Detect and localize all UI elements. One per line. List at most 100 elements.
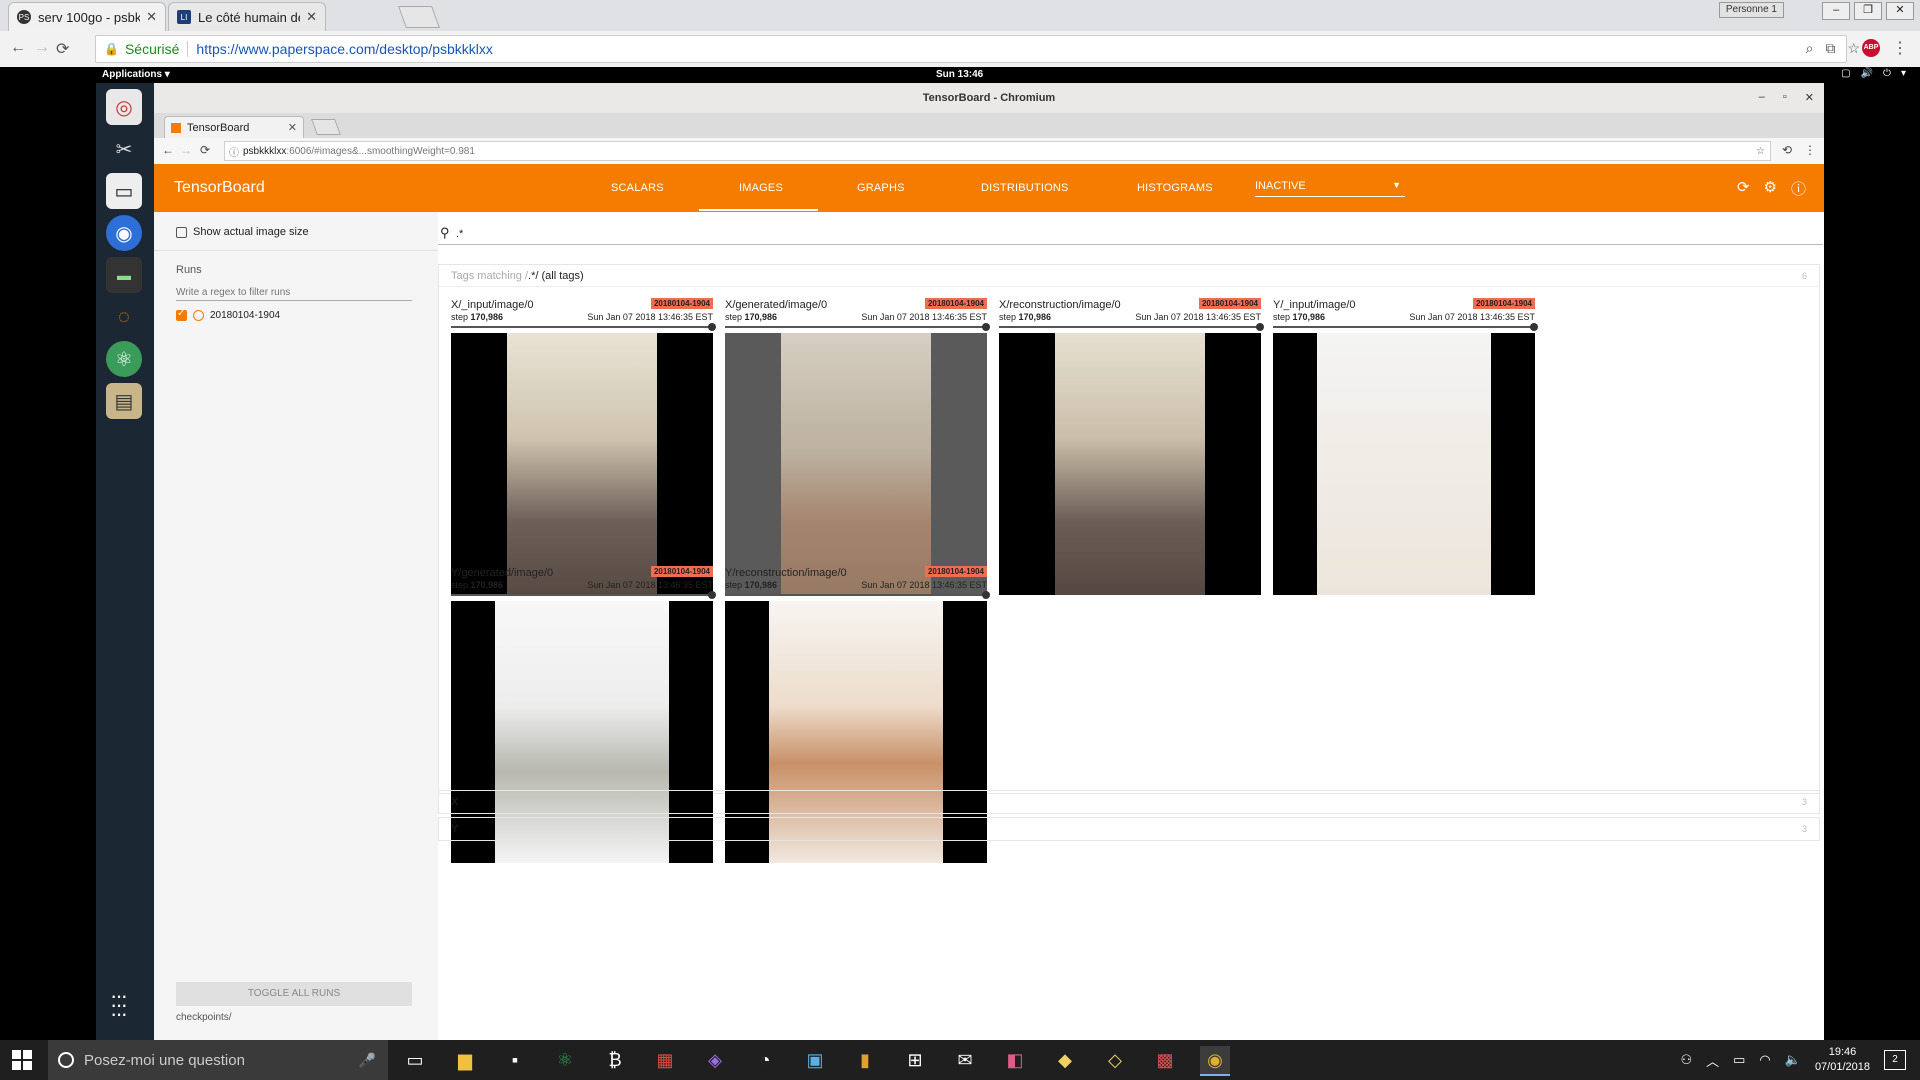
- taskbar-clock[interactable]: 19:46 07/01/2018: [1815, 1045, 1870, 1075]
- tag-group-y[interactable]: Y 3: [438, 817, 1820, 841]
- clock-app-icon[interactable]: ◔: [750, 1046, 780, 1074]
- close-window-icon[interactable]: ✕: [1805, 91, 1814, 104]
- forward-arrow-icon[interactable]: →: [180, 143, 192, 157]
- close-icon[interactable]: ✕: [288, 121, 297, 134]
- slider-knob[interactable]: [1256, 323, 1264, 331]
- toggle-all-runs-button[interactable]: TOGGLE ALL RUNS: [176, 982, 412, 1006]
- step-slider[interactable]: [1273, 323, 1538, 331]
- help-icon[interactable]: ⓘ: [1791, 178, 1806, 199]
- menu-kebab-icon[interactable]: ⋮: [1804, 143, 1816, 157]
- reload-icon[interactable]: ⟳: [56, 39, 69, 59]
- tag-search-bar[interactable]: ⚲ .*: [438, 224, 1823, 245]
- tab-graphs[interactable]: GRAPHS: [857, 182, 905, 194]
- people-icon[interactable]: ⚇: [1680, 1052, 1692, 1068]
- minimize-icon[interactable]: –: [1822, 2, 1850, 20]
- show-apps-grid-icon[interactable]: ··· ··· ···: [110, 985, 128, 1025]
- tab-scalars[interactable]: SCALARS: [611, 182, 664, 194]
- tab-images[interactable]: IMAGES: [739, 182, 783, 194]
- translate-icon[interactable]: ⧉: [1825, 40, 1835, 57]
- notes-icon[interactable]: ▮: [850, 1046, 880, 1074]
- visual-studio-icon[interactable]: ◈: [700, 1046, 730, 1074]
- run-checkbox-icon[interactable]: [176, 308, 187, 321]
- adblock-plus-icon[interactable]: ABP: [1862, 39, 1880, 57]
- task-view-icon[interactable]: ▭: [400, 1046, 430, 1074]
- tag-group-x[interactable]: X 3: [438, 790, 1820, 814]
- atom-icon[interactable]: ⚛: [106, 341, 142, 377]
- slider-knob[interactable]: [982, 323, 990, 331]
- microphone-icon[interactable]: 🎤: [359, 1052, 376, 1069]
- python-icon[interactable]: ◆: [1050, 1046, 1080, 1074]
- profile-button[interactable]: Personne 1: [1718, 2, 1784, 18]
- reload-icon[interactable]: ⟳: [200, 143, 210, 157]
- paint-icon[interactable]: ▩: [1150, 1046, 1180, 1074]
- run-color-radio-icon[interactable]: [193, 310, 204, 321]
- bookmark-star-icon[interactable]: ☆: [1847, 40, 1860, 57]
- speaker-icon[interactable]: 🔈: [1785, 1052, 1801, 1068]
- tab-distributions[interactable]: DISTRIBUTIONS: [981, 182, 1069, 194]
- run-filter-input[interactable]: [176, 284, 412, 301]
- jetbrains-icon[interactable]: ◧: [1000, 1046, 1030, 1074]
- file-explorer-icon[interactable]: ▆: [450, 1046, 480, 1074]
- cortana-search-box[interactable]: Posez-moi une question 🎤: [48, 1040, 388, 1080]
- remote-desktop-icon[interactable]: ▣: [800, 1046, 830, 1074]
- menu-kebab-icon[interactable]: ⋮: [1892, 38, 1908, 58]
- office-icon[interactable]: ▦: [650, 1046, 680, 1074]
- step-slider[interactable]: [451, 591, 716, 599]
- settings-gear-icon[interactable]: ⚙: [1764, 178, 1777, 199]
- outer-address-bar[interactable]: 🔒 Sécurisé https://www.paperspace.com/de…: [95, 35, 1847, 63]
- tag-search-input[interactable]: .*: [456, 228, 463, 240]
- python-idle-icon[interactable]: ◇: [1100, 1046, 1130, 1074]
- bookmark-star-icon[interactable]: ☆: [1756, 146, 1765, 157]
- notification-center-icon[interactable]: 2: [1884, 1050, 1906, 1070]
- new-tab-button[interactable]: [397, 6, 441, 28]
- outer-tab-linkedin[interactable]: LI Le côté humain des emo ✕: [168, 2, 326, 31]
- back-arrow-icon[interactable]: ←: [10, 39, 26, 57]
- sync-icon[interactable]: ◌: [106, 299, 142, 335]
- run-item[interactable]: 20180104-1904: [176, 308, 280, 321]
- restore-icon[interactable]: ❐: [1854, 2, 1882, 20]
- battery-icon[interactable]: ▭: [1733, 1052, 1745, 1068]
- step-slider[interactable]: [725, 323, 990, 331]
- inactive-dashboards-select[interactable]: INACTIVE ▼: [1255, 180, 1405, 197]
- tools-icon[interactable]: ✂: [106, 131, 142, 167]
- gnome-clock[interactable]: Sun 13:46: [936, 69, 983, 80]
- step-slider[interactable]: [451, 323, 716, 331]
- close-window-icon[interactable]: ✕: [1886, 2, 1914, 20]
- slider-knob[interactable]: [708, 323, 716, 331]
- files-icon[interactable]: ▤: [106, 383, 142, 419]
- forward-arrow-icon[interactable]: →: [34, 39, 50, 57]
- wifi-icon[interactable]: ◠: [1759, 1052, 1770, 1068]
- terminal-icon[interactable]: ▬: [106, 257, 142, 293]
- chromium-icon[interactable]: ◉: [106, 215, 142, 251]
- inner-address-bar[interactable]: ⓘ psbkkklxx :6006/#images&...smoothingWe…: [224, 141, 1771, 161]
- applications-menu[interactable]: Applications ▾: [102, 69, 170, 80]
- help-lifebuoy-icon[interactable]: ◎: [106, 89, 142, 125]
- slider-knob[interactable]: [982, 591, 990, 599]
- refresh-icon[interactable]: ⟳: [1737, 178, 1750, 199]
- chrome-taskbar-icon[interactable]: ◉: [1200, 1046, 1230, 1076]
- network-icon[interactable]: ⊞: [900, 1046, 930, 1074]
- tab-histograms[interactable]: HISTOGRAMS: [1137, 182, 1213, 194]
- step-slider[interactable]: [725, 591, 990, 599]
- slider-knob[interactable]: [708, 591, 716, 599]
- inner-tab-tensorboard[interactable]: TensorBoard ✕: [164, 116, 304, 138]
- mail-icon[interactable]: ✉: [950, 1046, 980, 1074]
- close-icon[interactable]: ✕: [306, 9, 317, 25]
- back-arrow-icon[interactable]: ←: [162, 143, 174, 157]
- maximize-icon[interactable]: ▫: [1783, 91, 1787, 104]
- extension-icon[interactable]: ⟲: [1782, 143, 1792, 157]
- new-tab-button[interactable]: [311, 119, 341, 135]
- checkbox-icon[interactable]: [176, 226, 187, 238]
- cmd-icon[interactable]: ▪: [500, 1046, 530, 1074]
- zoom-icon[interactable]: ⌕: [1806, 40, 1814, 57]
- system-tray[interactable]: ▢ 🔊 ⏻ ▾: [1841, 68, 1906, 79]
- show-actual-size-toggle[interactable]: Show actual image size: [176, 226, 309, 238]
- minimize-icon[interactable]: –: [1759, 91, 1765, 104]
- bitcoin-icon[interactable]: ₿: [600, 1046, 630, 1074]
- monitor-icon[interactable]: ▭: [106, 173, 142, 209]
- close-icon[interactable]: ✕: [146, 9, 157, 25]
- outer-tab-paperspace[interactable]: PS serv 100go - psbkkklxx ✕: [8, 2, 166, 31]
- atom-taskbar-icon[interactable]: ⚛: [550, 1046, 580, 1074]
- slider-knob[interactable]: [1530, 323, 1538, 331]
- step-slider[interactable]: [999, 323, 1264, 331]
